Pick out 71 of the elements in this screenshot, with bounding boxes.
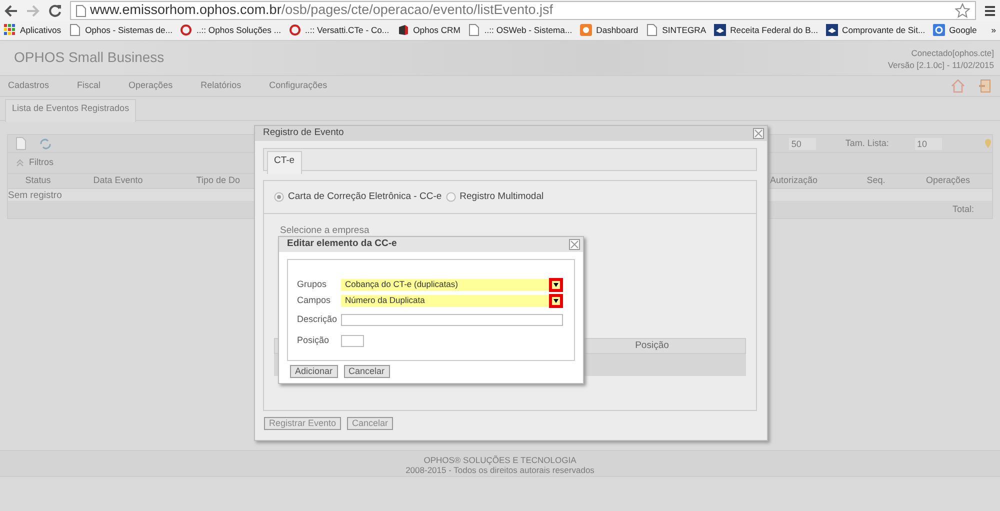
column-header: Operações: [924, 174, 972, 188]
dialog-button[interactable]: Adicionar: [290, 365, 338, 378]
app-title: OPHOS Small Business: [14, 48, 164, 67]
company-label: Selecione a empresa: [280, 225, 370, 236]
page-icon: [646, 24, 658, 36]
dialog-title: Editar elemento da CC-e: [287, 237, 397, 252]
bookmark-link[interactable]: Google: [949, 24, 977, 37]
dialog-tab[interactable]: CT-e: [267, 151, 302, 174]
dialog-button[interactable]: Cancelar: [344, 365, 390, 378]
empty-message: Sem registro: [8, 190, 62, 201]
bookmark-link[interactable]: Ophos - Sistemas de...: [85, 24, 172, 37]
footer-text: OPHOS® SOLUÇÕES E TECNOLOGIA: [424, 455, 576, 465]
more-bookmarks-button[interactable]: »: [991, 24, 996, 37]
page-icon: [76, 4, 86, 16]
dialog-title: Registro de Evento: [263, 126, 344, 140]
back-icon[interactable]: [4, 4, 18, 18]
ring-icon: [180, 24, 192, 36]
status-text: Versão [2.1.0c] - 11/02/2015: [888, 59, 994, 71]
close-icon[interactable]: [569, 239, 580, 250]
exit-icon[interactable]: [978, 79, 992, 93]
page-icon: [468, 24, 480, 36]
collapse-icon[interactable]: [16, 159, 24, 167]
bookmark-link[interactable]: ..:: Versatti.CTe - Co...: [305, 24, 390, 37]
field-label: Grupos: [297, 278, 328, 291]
field-label: Campos: [297, 294, 332, 307]
bookmark-link[interactable]: ..:: Ophos Soluções ...: [196, 24, 282, 37]
refresh-icon[interactable]: [39, 138, 52, 150]
status-text: Conectado[ophos.cte]: [910, 47, 994, 59]
shield-icon: [714, 24, 726, 36]
pin-icon[interactable]: [984, 138, 992, 150]
apps-icon: [4, 24, 16, 36]
field-label: Descrição: [297, 312, 338, 326]
column-header: Tipo de Do: [195, 174, 240, 188]
star-icon[interactable]: [955, 3, 970, 18]
bookmark-link[interactable]: Aplicativos: [20, 24, 62, 37]
radio-label[interactable]: Carta de Correção Eletrônica - CC-e: [288, 190, 442, 204]
bookmark-link[interactable]: Ophos CRM: [413, 24, 460, 37]
close-icon[interactable]: [753, 128, 764, 139]
column-header: Posição: [634, 339, 670, 354]
footer-text: 2008-2015 - Todos os direitos autorais reservados: [406, 465, 594, 475]
column-header: Data Evento: [92, 174, 144, 188]
select-field[interactable]: Número da Duplicata: [341, 294, 563, 306]
bookmark-link[interactable]: Receita Federal do B...: [730, 24, 818, 37]
bookmark-link[interactable]: Comprovante de Sit...: [842, 24, 926, 37]
column-header: Seq.: [866, 174, 886, 188]
bookmark-link[interactable]: Dashboard: [596, 24, 638, 37]
total-label: Total:: [952, 202, 974, 216]
bookmark-link[interactable]: SINTEGRA: [662, 24, 706, 37]
address-bar[interactable]: www.emissorhom.ophos.com.br/osb/pages/cte/operacao/evento/listEvento.jsf: [70, 1, 976, 20]
reload-icon[interactable]: [48, 4, 62, 18]
ring-icon: [289, 24, 302, 36]
radio-label[interactable]: Registro Multimodal: [460, 190, 544, 204]
menu-icon[interactable]: [984, 4, 996, 16]
select-field[interactable]: Cobança do CT-e (duplicatas): [341, 278, 563, 290]
new-document-icon[interactable]: [16, 137, 27, 150]
column-header: Autorização: [770, 174, 819, 188]
home-icon[interactable]: [951, 79, 965, 93]
url-text: www.emissorhom.ophos.com.br/osb/pages/cte/operacao/evento/listEvento.jsf: [90, 1, 553, 20]
column-header: Status: [24, 174, 52, 188]
input-field[interactable]: [341, 314, 563, 326]
page-icon: [69, 24, 82, 36]
radio-selected[interactable]: [274, 192, 284, 202]
app-icon: [580, 24, 592, 36]
bookmark-link[interactable]: ..:: OSWeb - Sistema...: [484, 24, 572, 37]
list-size-label: Tam. Lista:: [845, 136, 889, 150]
shield-icon: [826, 24, 838, 36]
radio[interactable]: [446, 192, 456, 202]
input-field[interactable]: [341, 335, 364, 347]
field-label: Posição: [297, 334, 330, 348]
forward-icon[interactable]: [26, 4, 40, 18]
google-icon: [933, 24, 946, 36]
